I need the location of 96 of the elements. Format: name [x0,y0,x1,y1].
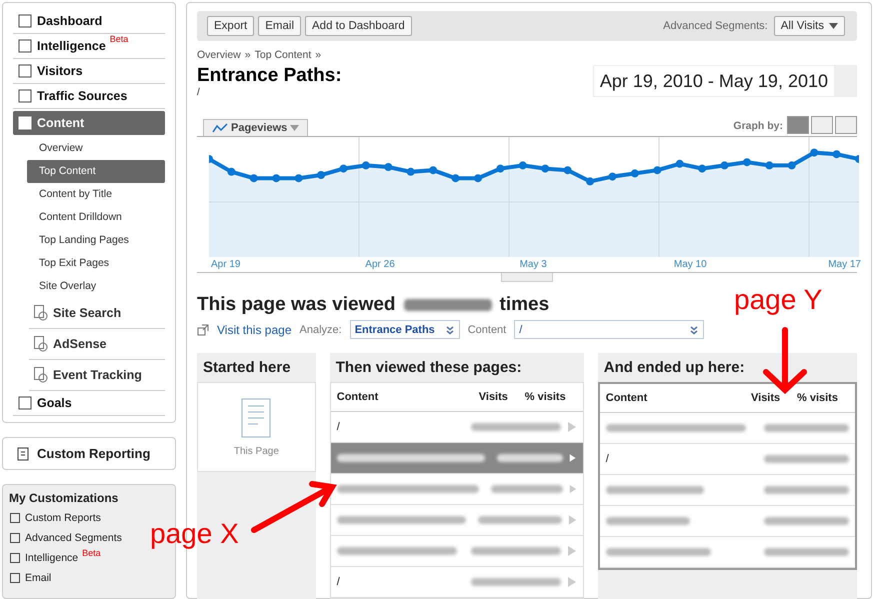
breadcrumb-link[interactable]: Overview [197,49,241,61]
table-row[interactable]: / [330,567,583,598]
play-arrow-icon [569,452,577,464]
column-header: Content [606,392,648,404]
column-header: % visits [797,392,839,404]
axis-label: May 10 [674,259,708,270]
breadcrumb-link[interactable]: Top Content [254,49,312,61]
content-cell: / [606,453,609,465]
page-path: / [197,87,201,98]
column-heading: Then viewed these pages: [334,358,523,378]
table-row[interactable] [330,443,583,474]
toolbar-button[interactable]: Export [207,16,254,36]
annotation-text: page X [150,518,239,550]
nav-icon [17,13,33,29]
day-view-button[interactable] [787,116,809,134]
axis-label: May 17 [828,259,861,270]
nav-item[interactable]: Visitors [13,59,165,84]
chevron-icon [444,324,455,334]
axis-label: Apr 19 [211,259,242,270]
date-range-picker[interactable]: Apr 19, 2010 - May 19, 2010 [592,65,857,97]
item-icon [9,532,21,544]
views-heading: times [500,294,550,316]
nav-subitem[interactable]: Top Landing Pages [27,229,165,252]
axis-label: May 3 [520,259,548,270]
toolbar-button[interactable]: Add to Dashboard [305,16,412,36]
metric-tab[interactable]: Pageviews [203,119,308,136]
nav-item[interactable]: Site Search [29,298,165,329]
play-arrow-icon [566,576,577,588]
content-cell: / [336,421,340,433]
item-icon [9,512,21,524]
page-icon [241,398,272,438]
customization-link[interactable]: Email [9,568,52,588]
nav-item[interactable]: Goals [13,391,165,416]
nav-subitem[interactable]: Top Content [27,160,165,183]
week-view-button[interactable] [811,116,833,134]
analyze-dropdown[interactable]: Entrance Paths [350,320,460,339]
customization-link[interactable]: Advanced Segments [9,528,122,548]
nav-icon [17,63,33,79]
column-header: Content [336,391,380,403]
nav-subitem[interactable]: Site Overlay [27,275,165,298]
nav-subitem[interactable]: Content Drilldown [27,206,165,229]
column-header: Visits [478,391,509,403]
play-arrow-icon [568,483,577,495]
custom-reporting-link[interactable]: Custom Reporting [2,437,176,470]
nav-item[interactable]: Intelligence $^{Beta}$ [13,34,165,59]
content-label: Content [468,324,506,336]
segments-label: Advanced Segments: [663,20,768,32]
month-view-button[interactable] [835,116,857,134]
item-icon [9,552,21,564]
nav-item[interactable]: Dashboard [13,9,165,34]
nav-icon [33,366,49,384]
segments-dropdown[interactable]: All Visits [774,16,845,36]
nav-item[interactable]: Content [13,111,165,135]
column-header: Visits [751,392,782,404]
content-cell: / [336,576,340,588]
analyze-label: Analyze: [300,324,342,336]
nav-icon [17,38,33,54]
column-heading: Started here [202,358,292,378]
nav-item[interactable]: AdSense [29,329,165,360]
panel-title: My Customizations [9,491,120,505]
report-icon [17,446,29,460]
item-icon [9,572,21,584]
nav-icon [17,395,33,411]
nav-subitem[interactable]: Overview [27,137,165,160]
line-chart-icon [212,123,228,133]
breadcrumb-separator: » [315,49,322,61]
customization-link[interactable]: Custom Reports [9,508,101,528]
blurred-text [491,485,563,493]
play-arrow-icon [566,421,577,433]
external-link-icon [197,324,209,336]
nav-icon [33,304,49,322]
nav-item[interactable]: Event Tracking [29,360,165,391]
nav-icon [17,115,33,131]
visit-page-link[interactable]: Visit this page [217,322,292,336]
graph-by-label: Graph by: [733,120,783,132]
content-dropdown[interactable]: / [514,320,704,339]
customization-link[interactable]: Intelligence $^{Beta}$ [9,548,101,568]
collapse-handle[interactable] [501,273,553,282]
axis-label: Apr 26 [365,259,396,270]
chevron-icon [689,324,700,334]
breadcrumb-separator: » [244,49,251,61]
column-heading: And ended up here: [602,358,746,378]
views-heading: This page was viewed [197,294,396,316]
nav-item[interactable]: Traffic Sources [13,84,165,109]
nav-icon [33,335,49,353]
nav-subitem[interactable]: Top Exit Pages [27,252,165,275]
column-header: % visits [524,391,567,403]
play-arrow-icon [568,514,577,526]
nav-subitem[interactable]: Content by Title [27,183,165,206]
page-label: This Page [234,446,279,456]
blurred-text [496,454,564,462]
page-title: Entrance Paths: [197,65,342,87]
nav-icon [17,88,33,104]
annotation-text: page Y [734,284,822,316]
play-arrow-icon [566,545,577,557]
toolbar-button[interactable]: Email [258,16,302,36]
